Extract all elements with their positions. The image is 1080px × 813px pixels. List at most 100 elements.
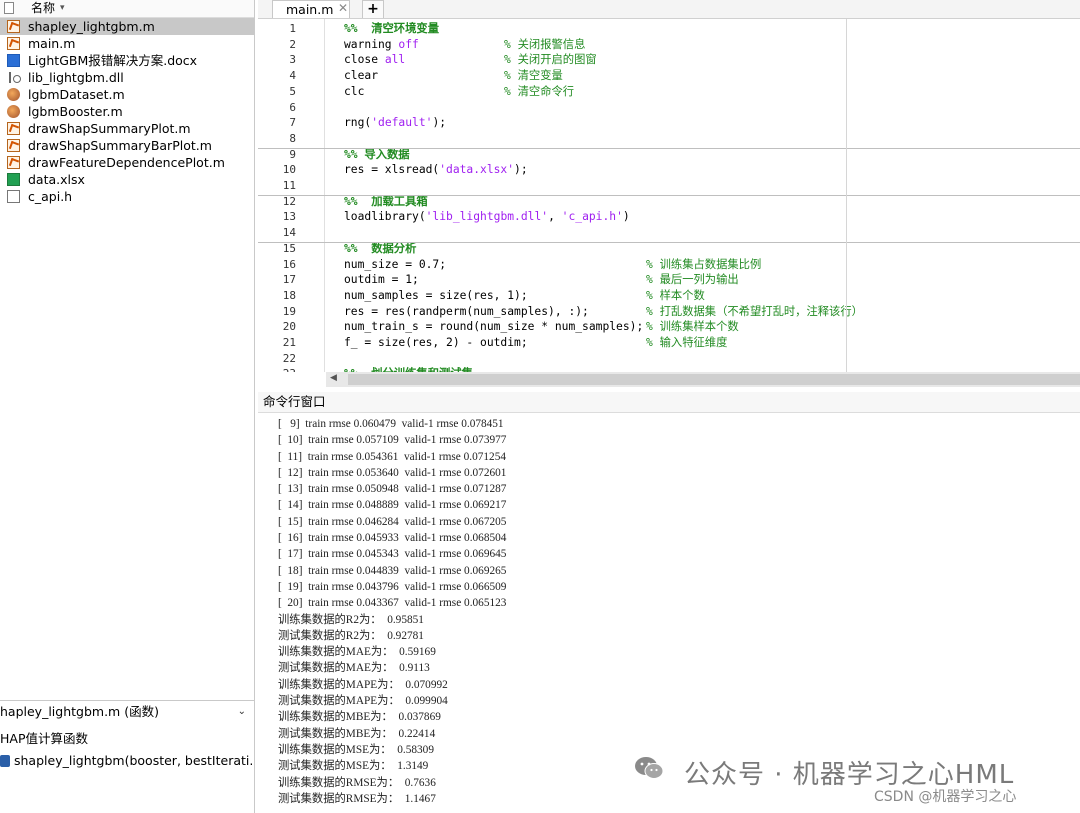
editor-tab-bar: main.m ✕ +	[258, 0, 1080, 19]
line-number: 8	[289, 131, 296, 145]
code-text: num_train_s = round(num_size * num_sampl…	[344, 320, 644, 334]
chevron-down-icon[interactable]: ⌄	[238, 701, 246, 723]
line-number: 1	[289, 22, 296, 35]
code-line[interactable]: num_size = 0.7;	[344, 257, 446, 273]
code-line[interactable]: res = res(randperm(num_samples), :);	[344, 304, 589, 320]
code-line[interactable]: clc	[344, 84, 364, 100]
code-line[interactable]: num_samples = size(res, 1);	[344, 288, 528, 304]
code-string: 'c_api.h'	[561, 210, 623, 224]
line-number: 9	[289, 147, 296, 161]
code-string: 'default'	[371, 116, 433, 130]
sort-arrow-icon[interactable]: ▾	[60, 0, 65, 17]
add-tab-button[interactable]: +	[362, 0, 384, 18]
line-number: 21	[282, 336, 296, 349]
details-selected-file: hapley_lightgbm.m (函数)	[0, 704, 159, 719]
file-list: shapley_lightgbm.m main.m LightGBM报错解决方案.d…	[0, 18, 254, 205]
output-line: [ 9] train rmse 0.060479 valid-1 rmse 0.…	[278, 418, 504, 430]
code-line[interactable]: loadlibrary('lib_lightgbm.dll', 'c_api.h…	[344, 209, 630, 225]
line-number: 18	[282, 288, 296, 302]
code-line[interactable]: res = xlsread('data.xlsx');	[344, 162, 528, 178]
code-text: loadlibrary(	[344, 210, 426, 224]
file-item[interactable]: LightGBM报错解决方案.docx	[0, 52, 254, 69]
code-text: );	[432, 116, 447, 130]
file-item[interactable]: drawFeatureDependencePlot.m	[0, 154, 254, 171]
line-number: 20	[282, 320, 296, 334]
file-name: LightGBM报错解决方案.docx	[28, 53, 198, 68]
line-number: 6	[289, 100, 296, 114]
tab-label: main.m	[286, 2, 334, 17]
scrollbar-thumb[interactable]	[348, 374, 1080, 385]
code-comment: % 训练集样本个数	[646, 320, 739, 334]
output-line: 训练集数据的MBE为： 0.037869	[278, 711, 441, 724]
file-item[interactable]: data.xlsx	[0, 171, 254, 188]
output-line: [ 10] train rmse 0.057109 valid-1 rmse 0…	[278, 434, 507, 447]
line-number: 16	[282, 257, 296, 271]
line-number: 23	[258, 366, 296, 372]
file-item[interactable]: main.m	[0, 35, 254, 52]
line-number: 17	[282, 273, 296, 287]
line-number: 7	[289, 116, 296, 130]
code-line[interactable]: %% 导入数据	[344, 147, 410, 163]
code-comment: % 打乱数据集（不希望打乱时，注释该行）	[646, 304, 863, 318]
file-item[interactable]: lib_lightgbm.dll	[0, 69, 254, 86]
name-column-header[interactable]: 名称	[31, 0, 55, 17]
code-line[interactable]: rng('default');	[344, 115, 446, 131]
line-number: 11	[282, 179, 296, 192]
output-line: [ 17] train rmse 0.045343 valid-1 rmse 0…	[278, 548, 507, 561]
command-window-title: 命令行窗口	[258, 392, 1080, 413]
close-tab-icon[interactable]: ✕	[338, 0, 348, 17]
file-browser-header[interactable]: 名称 ▾	[0, 0, 254, 18]
output-line: [ 12] train rmse 0.053640 valid-1 rmse 0…	[278, 466, 507, 479]
m-file-icon	[7, 156, 20, 169]
file-item[interactable]: lgbmBooster.m	[0, 103, 254, 120]
details-selector[interactable]: hapley_lightgbm.m (函数) ⌄	[0, 701, 254, 723]
code-line[interactable]: f_ = size(res, 2) - outdim;	[344, 335, 528, 351]
wechat-logo-icon	[635, 757, 664, 779]
command-output[interactable]: [ 9] train rmse 0.060479 valid-1 rmse 0.…	[278, 416, 1078, 807]
file-item[interactable]: drawShapSummaryBarPlot.m	[0, 137, 254, 154]
code-line[interactable]: clear	[344, 68, 378, 84]
scroll-left-icon[interactable]: ◀	[330, 373, 337, 383]
file-name: lgbmDataset.m	[28, 87, 125, 102]
horizontal-scrollbar[interactable]: ◀	[326, 372, 1080, 387]
code-text: %% 清空环境变量	[344, 22, 439, 35]
output-line: 测试集数据的MAE为： 0.9113	[278, 662, 430, 675]
class-file-icon	[7, 88, 20, 101]
file-name: lib_lightgbm.dll	[28, 70, 124, 85]
code-line[interactable]: num_train_s = round(num_size * num_sampl…	[344, 319, 643, 335]
function-signature-item[interactable]: shapley_lightgbm(booster, bestIterati...	[0, 751, 254, 771]
file-item[interactable]: drawShapSummaryPlot.m	[0, 120, 254, 137]
code-line[interactable]: %% 数据分析	[344, 241, 416, 257]
code-comment: % 清空命令行	[504, 84, 575, 98]
wechat-watermark: 公众号 · 机器学习之心HML	[634, 750, 1074, 790]
function-icon	[0, 755, 10, 767]
code-text: clc	[344, 84, 365, 98]
code-comment: % 关闭开启的图窗	[504, 53, 597, 67]
file-item[interactable]: lgbmDataset.m	[0, 86, 254, 103]
code-line[interactable]: %% 加载工具箱	[344, 194, 428, 210]
line-number: 14	[282, 226, 296, 240]
line-number: 3	[289, 53, 296, 67]
code-line[interactable]: warning off	[344, 37, 419, 53]
code-line[interactable]: %% 清空环境变量	[344, 21, 439, 37]
file-item[interactable]: shapley_lightgbm.m	[0, 18, 254, 35]
file-details-pane: hapley_lightgbm.m (函数) ⌄ HAP值计算函数 shaple…	[0, 700, 254, 813]
code-line[interactable]: close all	[344, 52, 405, 68]
code-text: rng(	[344, 116, 372, 130]
file-name: drawShapSummaryPlot.m	[28, 121, 191, 136]
output-line: [ 18] train rmse 0.044839 valid-1 rmse 0…	[278, 564, 507, 577]
word-doc-icon	[7, 54, 20, 67]
code-text: f_ = size(res, 2) - outdim;	[344, 336, 528, 349]
code-comment: % 训练集占数据集比例	[646, 257, 762, 271]
line-number: 10	[282, 163, 296, 177]
code-line[interactable]: outdim = 1;	[344, 272, 419, 288]
line-number: 19	[282, 304, 296, 318]
output-line: [ 19] train rmse 0.043796 valid-1 rmse 0…	[278, 580, 507, 593]
line-number: 4	[289, 69, 296, 83]
output-line: [ 20] train rmse 0.043367 valid-1 rmse 0…	[278, 597, 507, 610]
excel-file-icon	[7, 173, 20, 186]
output-line: 训练集数据的MAE为： 0.59169	[278, 646, 436, 659]
file-item[interactable]: c_api.h	[0, 188, 254, 205]
code-area[interactable]: 1234567891011121314151617181920212223 %%…	[258, 19, 1080, 372]
m-file-icon	[7, 139, 20, 152]
